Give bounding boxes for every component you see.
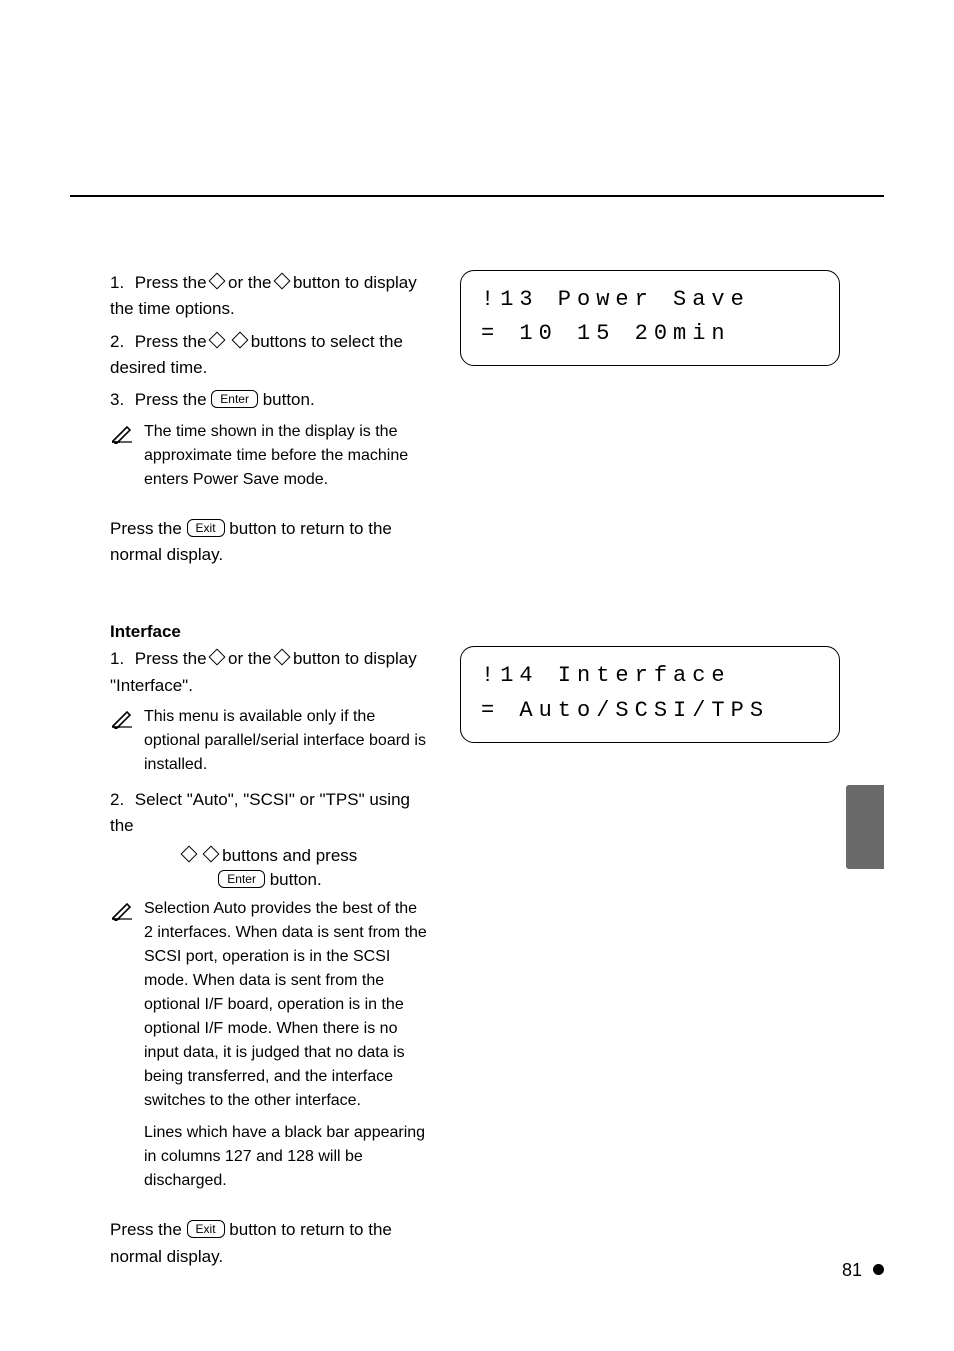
exit-key: Exit bbox=[187, 1220, 225, 1238]
lcd-power-save: !13 Power Save = 10 15 20min bbox=[460, 270, 840, 366]
right-icon bbox=[274, 649, 291, 666]
note: The time shown in the display is the app… bbox=[110, 420, 430, 492]
step-number-1: 1. bbox=[110, 270, 130, 296]
s2-step2: 2. Select "Auto", "SCSI" or "TPS" using … bbox=[110, 787, 430, 891]
pencil-icon bbox=[110, 420, 144, 444]
s2-exit: Press the Exit button to return to the n… bbox=[110, 1217, 430, 1270]
s2-step1: 1. Press the or the button to display "I… bbox=[110, 646, 430, 699]
step-number-1: 1. bbox=[110, 646, 130, 672]
step-number-3: 3. bbox=[110, 387, 130, 413]
pencil-icon bbox=[110, 705, 144, 729]
right-icon bbox=[203, 845, 220, 862]
s1-step2: 2. Press the buttons to select the desir… bbox=[110, 329, 430, 382]
left-icon bbox=[209, 331, 226, 348]
step-number-2: 2. bbox=[110, 787, 130, 813]
note: Selection Auto provides the best of the … bbox=[110, 897, 430, 1193]
page-number: 81 bbox=[842, 1260, 862, 1281]
right-icon bbox=[274, 273, 291, 290]
lcd-interface: !14 Interface = Auto/SCSI/TPS bbox=[460, 646, 840, 742]
pencil-icon bbox=[110, 897, 144, 921]
enter-key: Enter bbox=[211, 390, 258, 408]
exit-key: Exit bbox=[187, 519, 225, 537]
top-rule bbox=[70, 195, 884, 197]
enter-key: Enter bbox=[218, 870, 265, 888]
step-number-2: 2. bbox=[110, 329, 130, 355]
interface-heading: Interface bbox=[110, 622, 870, 642]
right-icon bbox=[232, 331, 249, 348]
s1-step3: 3. Press the Enter button. bbox=[110, 387, 430, 413]
s1-step1: 1. Press the or the button to display th… bbox=[110, 270, 430, 323]
left-icon bbox=[180, 845, 197, 862]
s1-exit: Press the Exit button to return to the n… bbox=[110, 516, 430, 569]
left-icon bbox=[209, 273, 226, 290]
left-icon bbox=[209, 649, 226, 666]
page-dot-icon bbox=[873, 1264, 884, 1275]
note: This menu is available only if the optio… bbox=[110, 705, 430, 777]
